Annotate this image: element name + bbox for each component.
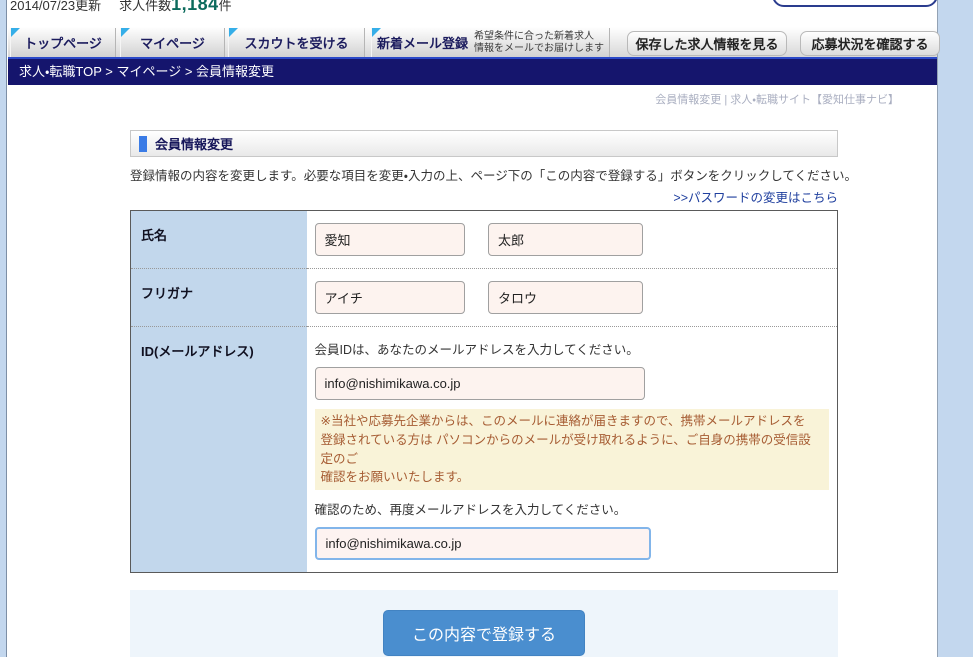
register-button[interactable]: この内容で登録する <box>383 610 585 656</box>
tab-scout[interactable]: スカウトを受ける <box>228 28 365 57</box>
submit-panel: この内容で登録する <box>130 590 838 657</box>
tab-my-page[interactable]: マイページ <box>120 28 225 57</box>
page-left-gutter <box>0 0 7 657</box>
password-change-link[interactable]: >>パスワードの変更はこちら <box>130 187 838 206</box>
main-content: 会員情報変更 登録情報の内容を変更します。必要な項目を変更・入力の上、ページ下の… <box>130 130 838 657</box>
tab-top-page[interactable]: トップページ <box>10 28 116 57</box>
tab-new-mail-label: 新着メール登録 <box>377 33 468 52</box>
updated-date: 2014/07/23更新 <box>10 0 101 13</box>
table-row-name: 氏名 <box>131 211 838 269</box>
job-count-unit: 件 <box>219 0 232 13</box>
email-warning-note: ※当社や応募先企業からは、このメールに連絡が届きますので、携帯メールアドレスを … <box>315 409 830 490</box>
member-info-form: 氏名 フリガナ ID(メールアドレス) 会員IDは、あなたのメールアドレスを入力… <box>130 210 838 573</box>
breadcrumb-text: 求人・転職TOP > マイページ > 会員情報変更 <box>19 64 274 79</box>
table-row-email: ID(メールアドレス) 会員IDは、あなたのメールアドレスを入力してください。 … <box>131 327 838 573</box>
table-row-furigana: フリガナ <box>131 269 838 327</box>
saved-jobs-button[interactable]: 保存した求人情報を見る <box>627 31 787 56</box>
email-label: ID(メールアドレス) <box>131 327 307 573</box>
tab-bar: トップページ マイページ スカウトを受ける 新着メール登録 希望条件に合った新着… <box>8 27 937 57</box>
page-meta-title: 会員情報変更 | 求人・転職サイト【愛知仕事ナビ】 <box>655 91 899 107</box>
application-status-button[interactable]: 応募状況を確認する <box>800 31 940 56</box>
furigana-first-input[interactable] <box>488 281 643 314</box>
page-right-gutter <box>937 0 973 657</box>
tab-new-mail-subtitle: 希望条件に合った新着求人 情報をメールでお届けします <box>474 31 604 55</box>
email-input[interactable] <box>315 367 645 400</box>
saved-jobs-button-label: 保存した求人情報を見る <box>635 34 778 53</box>
tab-new-mail-registration[interactable]: 新着メール登録 希望条件に合った新着求人 情報をメールでお届けします <box>371 28 610 57</box>
furigana-label: フリガナ <box>131 269 307 327</box>
job-count-value: 1,184 <box>171 0 219 14</box>
email-confirm-instruction: 確認のため、再度メールアドレスを入力してください。 <box>315 499 830 518</box>
name-label: 氏名 <box>131 211 307 269</box>
name-first-input[interactable] <box>488 223 643 256</box>
section-header: 会員情報変更 <box>130 130 838 157</box>
form-description: 登録情報の内容を変更します。必要な項目を変更・入力の上、ページ下の「この内容で登… <box>130 165 838 184</box>
name-last-input[interactable] <box>315 223 465 256</box>
breadcrumb[interactable]: 求人・転職TOP > マイページ > 会員情報変更 <box>8 57 937 85</box>
application-status-button-label: 応募状況を確認する <box>811 34 928 53</box>
job-count-bar: 2014/07/23更新 求人件数1,184件 <box>10 0 750 15</box>
section-accent-bar <box>139 136 147 152</box>
job-count-label: 求人件数 <box>119 0 171 13</box>
furigana-last-input[interactable] <box>315 281 465 314</box>
page: 2014/07/23更新 求人件数1,184件 トップページ マイページ スカウト… <box>0 0 973 657</box>
tab-scout-label: スカウトを受ける <box>244 33 348 52</box>
tab-my-page-label: マイページ <box>140 33 205 52</box>
search-box-partial[interactable] <box>772 0 938 7</box>
email-confirm-input[interactable] <box>315 527 651 560</box>
email-instruction: 会員IDは、あなたのメールアドレスを入力してください。 <box>315 339 830 358</box>
page-title: 会員情報変更 <box>155 134 233 153</box>
tab-top-page-label: トップページ <box>24 33 102 52</box>
